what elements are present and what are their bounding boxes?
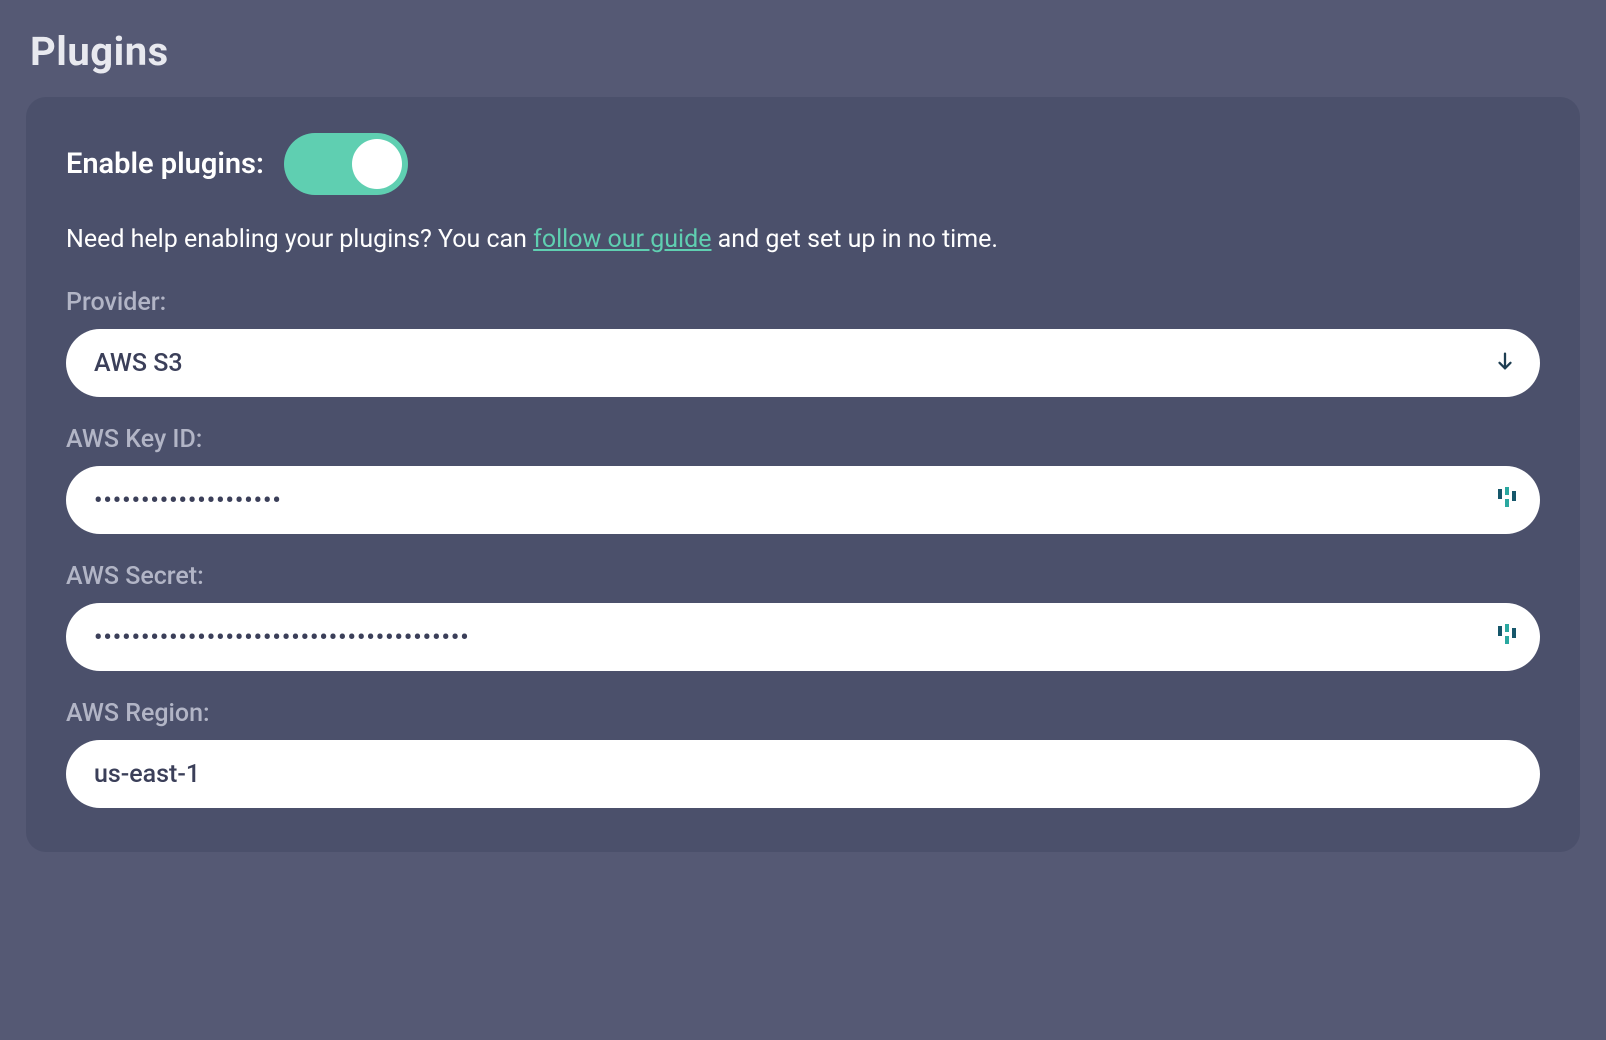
provider-label: Provider:: [66, 288, 1540, 317]
password-manager-icon[interactable]: [1498, 487, 1516, 513]
plugins-card: Enable plugins: Need help enabling your …: [26, 97, 1580, 852]
aws-secret-field-wrap: [66, 603, 1540, 671]
enable-plugins-toggle[interactable]: [284, 133, 408, 195]
aws-key-id-field-wrap: [66, 466, 1540, 534]
password-manager-icon[interactable]: [1498, 624, 1516, 650]
aws-key-id-group: AWS Key ID:: [66, 425, 1540, 534]
aws-key-id-label: AWS Key ID:: [66, 425, 1540, 454]
toggle-knob: [352, 139, 402, 189]
help-text-suffix: and get set up in no time.: [711, 225, 998, 254]
plugins-page: Plugins Enable plugins: Need help enabli…: [0, 0, 1606, 878]
follow-guide-link[interactable]: follow our guide: [533, 225, 711, 254]
enable-plugins-row: Enable plugins:: [66, 133, 1540, 195]
enable-plugins-label: Enable plugins:: [66, 147, 264, 181]
aws-secret-input[interactable]: [66, 603, 1540, 671]
page-title: Plugins: [30, 28, 1580, 75]
provider-select[interactable]: AWS S3: [66, 329, 1540, 397]
aws-region-field-wrap: [66, 740, 1540, 808]
aws-key-id-input[interactable]: [66, 466, 1540, 534]
provider-field-wrap: AWS S3: [66, 329, 1540, 397]
help-text: Need help enabling your plugins? You can…: [66, 225, 1540, 254]
provider-group: Provider: AWS S3: [66, 288, 1540, 397]
aws-region-group: AWS Region:: [66, 699, 1540, 808]
help-text-prefix: Need help enabling your plugins? You can: [66, 225, 533, 254]
provider-value: AWS S3: [94, 349, 183, 378]
aws-region-input[interactable]: [66, 740, 1540, 808]
aws-region-label: AWS Region:: [66, 699, 1540, 728]
aws-secret-group: AWS Secret:: [66, 562, 1540, 671]
aws-secret-label: AWS Secret:: [66, 562, 1540, 591]
